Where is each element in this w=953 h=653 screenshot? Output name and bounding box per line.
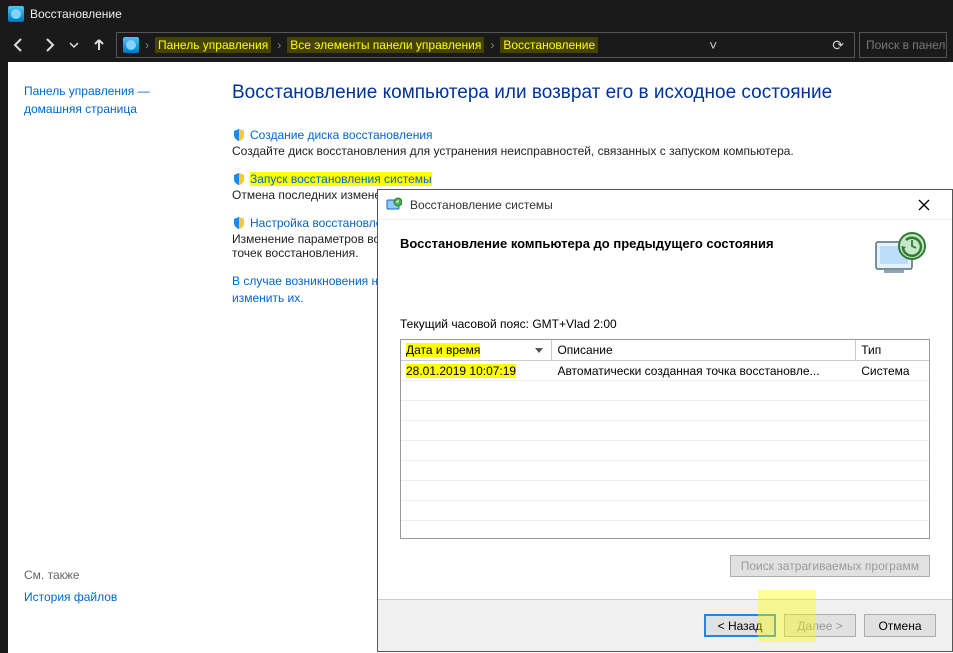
table-row[interactable] (401, 501, 929, 521)
cell-desc: Автоматически созданная точка восстановл… (552, 363, 856, 379)
change-settings-link[interactable]: изменить их. (232, 291, 304, 305)
table-row[interactable] (401, 441, 929, 461)
window-title: Восстановление (30, 7, 122, 21)
table-row[interactable] (401, 421, 929, 441)
search-affected-programs-button[interactable]: Поиск затрагиваемых программ (730, 555, 930, 577)
nav-forward-button[interactable] (36, 32, 62, 58)
shield-icon (232, 216, 246, 230)
next-button[interactable]: Далее > (784, 614, 856, 637)
start-system-restore-desc: Отмена последних изменений, музыка, оста… (232, 188, 387, 202)
start-system-restore-link[interactable]: Запуск восстановления системы (250, 172, 432, 186)
problems-text: В случае возникновения н (232, 274, 392, 288)
sidebar-file-history-link[interactable]: История файлов (24, 590, 192, 604)
dialog-title: Восстановление системы (410, 198, 553, 212)
shield-icon (232, 172, 246, 186)
column-header-type[interactable]: Тип (856, 340, 929, 360)
breadcrumb-sep-icon: › (490, 38, 494, 52)
breadcrumb-item-1[interactable]: Все элементы панели управления (287, 37, 484, 53)
system-restore-dialog: Восстановление системы Восстановление ко… (377, 189, 953, 652)
dialog-icon (386, 197, 402, 213)
shield-icon (232, 128, 246, 142)
restore-big-icon (872, 228, 928, 284)
configure-restore-desc: Изменение параметров во точек восстановл… (232, 232, 387, 260)
breadcrumb-item-2[interactable]: Восстановление (500, 37, 598, 53)
breadcrumb-sep-icon: › (277, 38, 281, 52)
restore-points-table: Дата и время Описание Тип 28.01.2019 10:… (400, 339, 930, 539)
column-header-desc[interactable]: Описание (552, 340, 856, 360)
table-row[interactable] (401, 401, 929, 421)
table-row[interactable] (401, 461, 929, 481)
timezone-label: Текущий часовой пояс: GMT+Vlad 2:00 (400, 317, 930, 331)
breadcrumb-item-0[interactable]: Панель управления (155, 37, 271, 53)
sidebar-home-link[interactable]: Панель управления — домашняя страница (24, 82, 192, 118)
breadcrumb-history-dropdown[interactable]: ˅ (705, 37, 721, 53)
cell-date: 28.01.2019 10:07:19 (406, 364, 516, 378)
create-recovery-disk-link[interactable]: Создание диска восстановления (250, 128, 433, 142)
create-recovery-disk-desc: Создайте диск восстановления для устране… (232, 144, 929, 158)
table-row[interactable] (401, 381, 929, 401)
nav-back-button[interactable] (6, 32, 32, 58)
dialog-heading: Восстановление компьютера до предыдущего… (400, 236, 930, 251)
refresh-icon[interactable]: ⟳ (828, 37, 848, 54)
search-placeholder: Поиск в панели (866, 38, 947, 52)
cancel-button[interactable]: Отмена (864, 614, 936, 637)
dialog-close-button[interactable] (904, 193, 944, 217)
nav-history-dropdown[interactable] (66, 32, 82, 58)
page-title: Восстановление компьютера или возврат ег… (232, 82, 929, 104)
cell-type: Система (856, 363, 929, 379)
nav-up-button[interactable] (86, 32, 112, 58)
search-input[interactable]: Поиск в панели (859, 32, 947, 58)
back-button[interactable]: < Назад (704, 614, 776, 637)
sidebar-see-also-label: См. также (24, 568, 192, 582)
table-row[interactable] (401, 481, 929, 501)
breadcrumb-sep-icon: › (145, 38, 149, 52)
configure-restore-link[interactable]: Настройка восстановле (250, 216, 390, 230)
app-icon (8, 6, 24, 22)
column-header-date[interactable]: Дата и время (401, 340, 552, 360)
table-row[interactable]: 28.01.2019 10:07:19 Автоматически создан… (401, 361, 929, 381)
breadcrumb-bar[interactable]: › Панель управления › Все элементы панел… (116, 32, 855, 58)
breadcrumb-icon (123, 37, 139, 53)
